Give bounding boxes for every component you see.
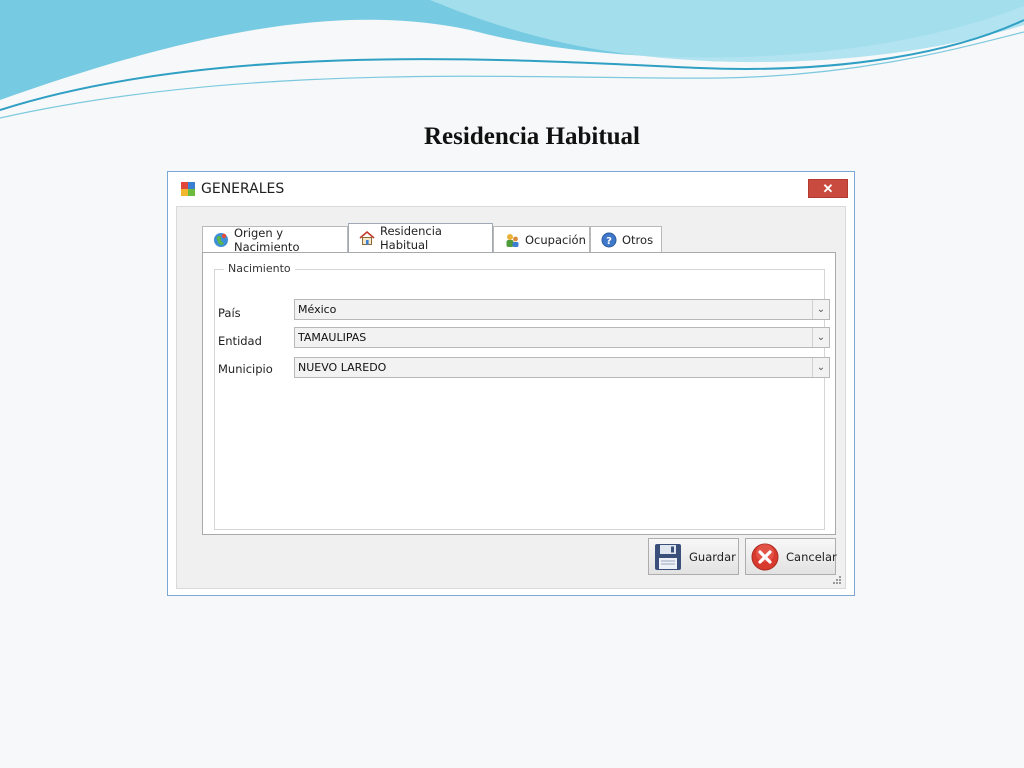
tab-ocupacion[interactable]: Ocupación — [493, 226, 590, 252]
cancel-x-icon — [750, 542, 780, 572]
tab-residencia-habitual[interactable]: Residencia Habitual — [348, 223, 493, 252]
pais-value: México — [298, 303, 337, 316]
generales-window: GENERALES ✕ Origen y Nacimiento Residenc… — [167, 171, 855, 596]
window-client-area: Origen y Nacimiento Residencia Habitual — [176, 206, 846, 589]
tab-origen-y-nacimiento[interactable]: Origen y Nacimiento — [202, 225, 348, 254]
tab-label: Residencia Habitual — [380, 224, 442, 252]
guardar-button[interactable]: Guardar — [648, 538, 739, 575]
help-circle-icon: ? — [601, 232, 617, 248]
resize-grip-icon[interactable] — [831, 574, 841, 584]
chevron-down-icon[interactable]: ⌄ — [812, 358, 829, 377]
close-icon: ✕ — [822, 181, 834, 196]
app-window-icon — [180, 181, 196, 197]
entidad-combobox[interactable]: TAMAULIPAS ⌄ — [294, 327, 830, 348]
pais-label: País — [218, 306, 241, 320]
floppy-disk-icon — [653, 542, 683, 572]
tab-label: Otros — [622, 232, 654, 247]
municipio-value: NUEVO LAREDO — [298, 361, 387, 374]
pais-combobox[interactable]: México ⌄ — [294, 299, 830, 320]
municipio-label: Municipio — [218, 362, 273, 376]
close-button[interactable]: ✕ — [808, 179, 848, 198]
entidad-label: Entidad — [218, 334, 262, 348]
tab-label: Ocupación — [525, 232, 586, 247]
house-icon — [359, 230, 375, 246]
groupbox-legend: Nacimiento — [224, 262, 295, 275]
svg-text:?: ? — [606, 236, 612, 247]
nacimiento-groupbox: Nacimiento País México ⌄ Entidad TAMAULI… — [214, 262, 830, 530]
entidad-value: TAMAULIPAS — [298, 331, 367, 344]
tab-otros[interactable]: ? Otros — [590, 226, 662, 252]
tab-label: Origen y Nacimiento — [234, 225, 300, 254]
guardar-label: Guardar — [689, 549, 736, 564]
chevron-down-icon[interactable]: ⌄ — [812, 328, 829, 347]
chevron-down-icon[interactable]: ⌄ — [812, 300, 829, 319]
cancelar-button[interactable]: Cancelar — [745, 538, 837, 575]
slide-title: Residencia Habitual — [424, 123, 640, 150]
header-wave-decoration — [0, 0, 1024, 119]
cancelar-label: Cancelar — [786, 549, 837, 564]
globe-icon — [213, 232, 229, 248]
window-titlebar[interactable]: GENERALES ✕ — [168, 172, 854, 206]
municipio-combobox[interactable]: NUEVO LAREDO ⌄ — [294, 357, 830, 378]
workers-icon — [504, 232, 520, 248]
window-title: GENERALES — [201, 181, 285, 197]
tab-panel-residencia-habitual: Nacimiento País México ⌄ Entidad TAMAULI… — [202, 252, 836, 535]
